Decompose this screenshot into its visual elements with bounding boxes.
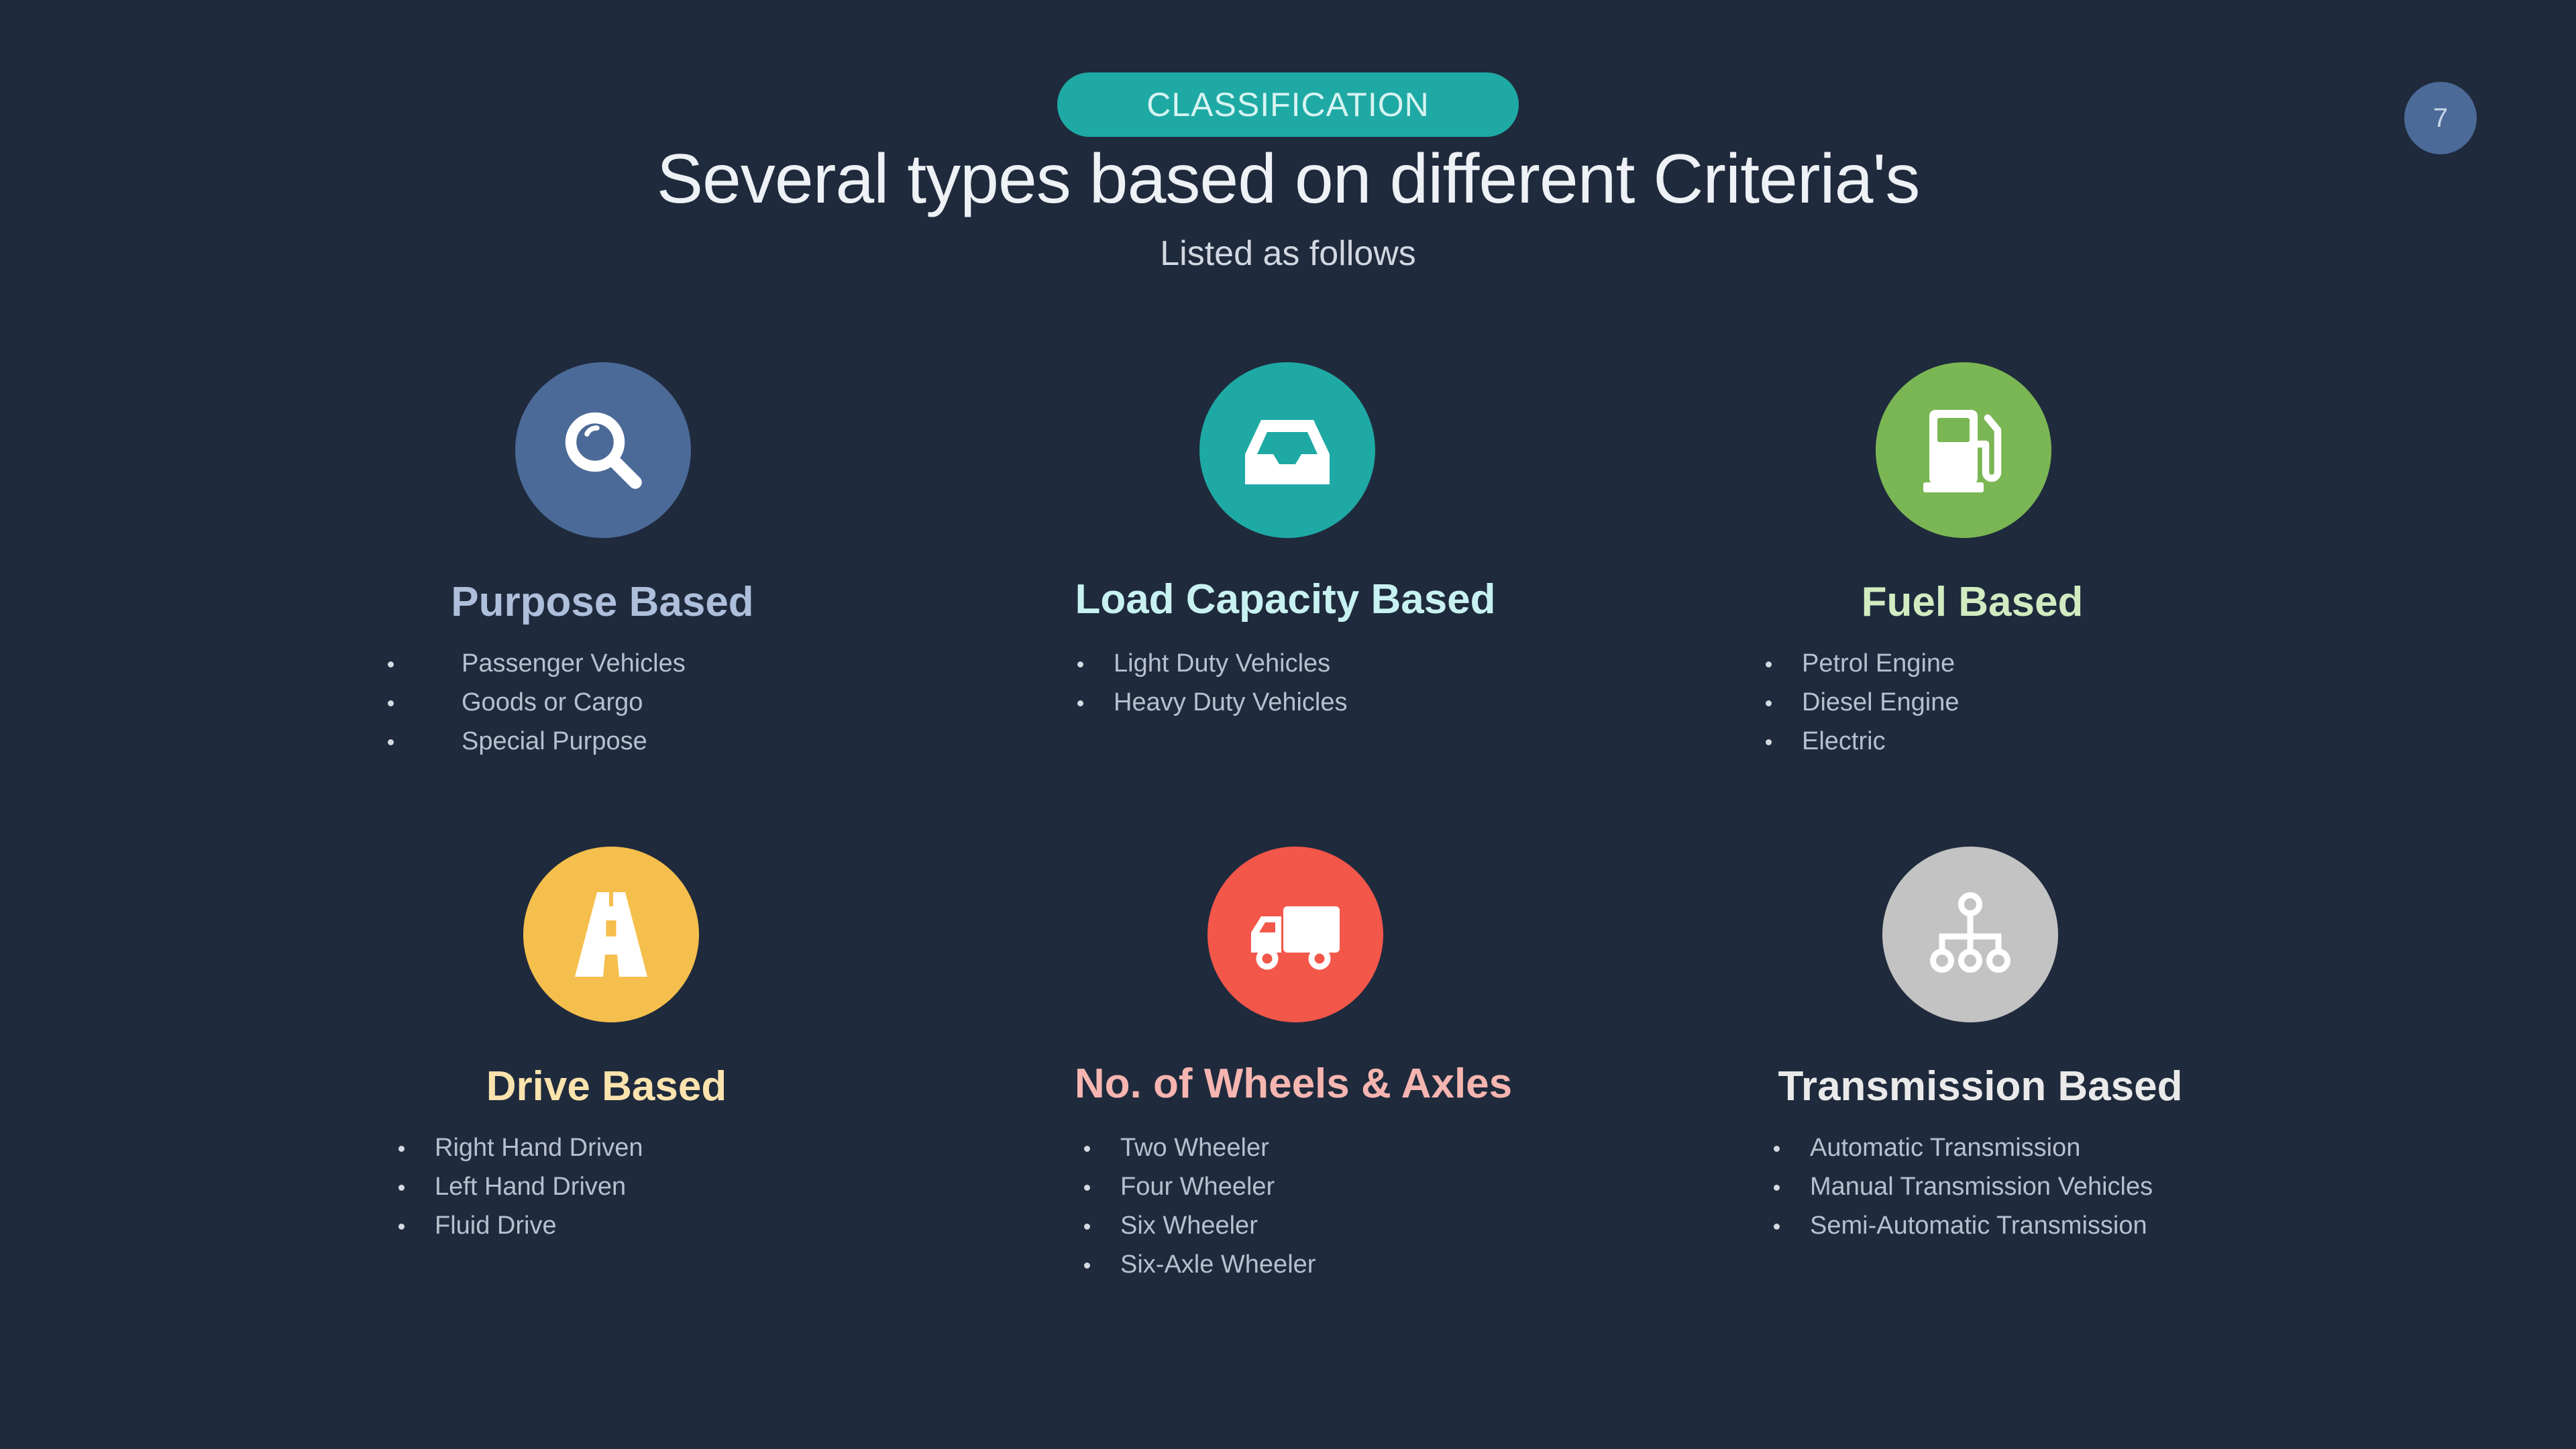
category-wheels-axles: No. of Wheels & Axles Two Wheeler Four W… <box>958 847 1629 1316</box>
category-drive: Drive Based Right Hand Driven Left Hand … <box>271 847 942 1316</box>
page-number-badge: 7 <box>2404 82 2477 154</box>
list-item: Electric <box>1766 722 1959 761</box>
sitemap-icon <box>1882 847 2058 1022</box>
slide-title: Several types based on different Criteri… <box>656 140 1921 218</box>
list-item: Diesel Engine <box>1766 683 1959 722</box>
list-item: Four Wheeler <box>1084 1167 1316 1206</box>
category-heading: Drive Based <box>486 1063 727 1110</box>
road-icon <box>523 847 699 1022</box>
list-item: Left Hand Driven <box>398 1167 643 1206</box>
fuel-pump-icon <box>1876 362 2051 538</box>
list-item: Six-Axle Wheeler <box>1084 1245 1316 1284</box>
category-fuel: Fuel Based Petrol Engine Diesel Engine E… <box>1637 362 2308 832</box>
list-item: Six Wheeler <box>1084 1206 1316 1245</box>
list-item: Heavy Duty Vehicles <box>1077 683 1348 722</box>
category-purpose: Purpose Based Passenger Vehicles Goods o… <box>267 362 938 832</box>
list-item: Light Duty Vehicles <box>1077 644 1348 683</box>
list-item: Petrol Engine <box>1766 644 1959 683</box>
inbox-tray-icon <box>1199 362 1375 538</box>
list-item: Goods or Cargo <box>388 683 686 722</box>
list-item: Automatic Transmission <box>1774 1128 2153 1167</box>
category-list: Two Wheeler Four Wheeler Six Wheeler Six… <box>1084 1128 1316 1284</box>
category-list: Passenger Vehicles Goods or Cargo Specia… <box>388 644 686 761</box>
category-heading: Load Capacity Based <box>1075 576 1496 623</box>
truck-icon <box>1208 847 1383 1022</box>
list-item: Two Wheeler <box>1084 1128 1316 1167</box>
list-item: Special Purpose <box>388 722 686 761</box>
slide: CLASSIFICATION Several types based on di… <box>0 0 2576 1449</box>
list-item: Passenger Vehicles <box>388 644 686 683</box>
category-list: Light Duty Vehicles Heavy Duty Vehicles <box>1077 644 1348 722</box>
list-item: Semi-Automatic Transmission <box>1774 1206 2153 1245</box>
category-heading: No. of Wheels & Axles <box>1074 1061 1513 1107</box>
category-heading: Transmission Based <box>1778 1063 2183 1110</box>
category-heading: Fuel Based <box>1861 579 2084 625</box>
category-list: Right Hand Driven Left Hand Driven Fluid… <box>398 1128 643 1245</box>
category-list: Petrol Engine Diesel Engine Electric <box>1766 644 1959 761</box>
category-heading: Purpose Based <box>451 579 754 625</box>
section-badge: CLASSIFICATION <box>1057 72 1519 137</box>
list-item: Manual Transmission Vehicles <box>1774 1167 2153 1206</box>
list-item: Fluid Drive <box>398 1206 643 1245</box>
list-item: Right Hand Driven <box>398 1128 643 1167</box>
category-transmission: Transmission Based Automatic Transmissio… <box>1645 847 2316 1316</box>
category-list: Automatic Transmission Manual Transmissi… <box>1774 1128 2153 1245</box>
search-icon <box>515 362 691 538</box>
slide-subtitle: Listed as follows <box>1160 234 1416 273</box>
category-load-capacity: Load Capacity Based Light Duty Vehicles … <box>950 362 1621 832</box>
